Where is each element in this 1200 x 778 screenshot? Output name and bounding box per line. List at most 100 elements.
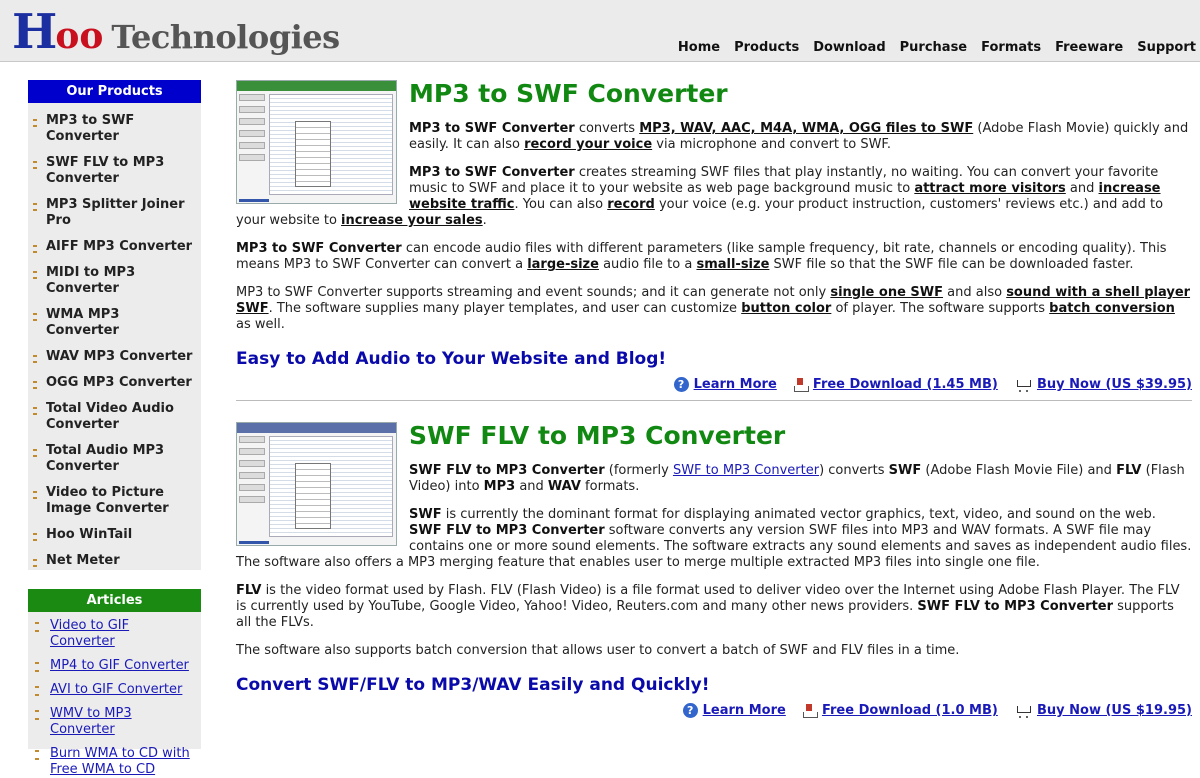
sidebar-item-total-video-audio[interactable]: Total Video Audio Converter	[28, 401, 201, 433]
article-item: Burn WMA to CD with Free WMA to CD	[28, 746, 201, 778]
text: . The software supplies many player temp…	[268, 301, 742, 316]
section-divider	[236, 400, 1192, 401]
screenshot-button-column	[239, 436, 265, 539]
article-item: MP4 to GIF Converter	[28, 658, 201, 674]
sidebar-item-swf-flv-to-mp3[interactable]: SWF FLV to MP3 Converter	[28, 155, 201, 187]
highlight-formats: MP3, WAV, AAC, M4A, WMA, OGG files to SW…	[639, 121, 974, 136]
bold-term: WAV	[547, 479, 581, 494]
nav-purchase[interactable]: Purchase	[900, 40, 967, 55]
text: MP3 to SWF Converter supports streaming …	[236, 285, 831, 300]
sidebar-item-ogg-mp3[interactable]: OGG MP3 Converter	[28, 375, 201, 391]
action-links: ? Learn More Free Download (1.45 MB) Buy …	[236, 377, 1192, 401]
cart-icon	[1014, 378, 1032, 392]
article-link-avi-to-gif[interactable]: AVI to GIF Converter	[50, 682, 182, 697]
screenshot-button-column	[239, 94, 265, 197]
screenshot-file-grid	[269, 94, 393, 195]
article-link-burn-wma-to-cd[interactable]: Burn WMA to CD with Free WMA to CD	[50, 746, 190, 777]
sidebar-item-hoo-wintail[interactable]: Hoo WinTail	[28, 527, 201, 543]
sidebar-item-video-to-picture[interactable]: Video to Picture Image Converter	[28, 485, 201, 517]
help-icon: ?	[673, 377, 689, 392]
logo-oo: oo	[55, 15, 104, 57]
learn-more-link[interactable]: Learn More	[703, 703, 786, 718]
article-link-mp4-to-gif[interactable]: MP4 to GIF Converter	[50, 658, 189, 673]
screenshot-footer	[239, 541, 269, 544]
article-link-video-to-gif[interactable]: Video to GIF Converter	[50, 618, 129, 649]
product-name: MP3 to SWF Converter	[236, 241, 402, 256]
highlight: button color	[741, 301, 832, 316]
products-list: MP3 to SWF Converter SWF FLV to MP3 Conv…	[28, 103, 201, 569]
bold-term: FLV	[236, 583, 262, 598]
product-section-swf-flv-to-mp3: SWF FLV to MP3 Converter SWF FLV to MP3 …	[236, 422, 1192, 727]
text: (formerly	[604, 463, 673, 478]
screenshot-titlebar	[237, 423, 396, 433]
nav-support[interactable]: Support	[1137, 40, 1196, 55]
highlight: batch conversion	[1049, 301, 1175, 316]
article-item: Video to GIF Converter	[28, 618, 201, 650]
sidebar-item-net-meter[interactable]: Net Meter	[28, 553, 201, 569]
nav-home[interactable]: Home	[678, 40, 720, 55]
product-name: SWF FLV to MP3 Converter	[409, 523, 605, 538]
sidebar-products: Our Products MP3 to SWF Converter SWF FL…	[28, 80, 201, 570]
section-paragraph: MP3 to SWF Converter can encode audio fi…	[236, 241, 1192, 273]
nav-freeware[interactable]: Freeware	[1055, 40, 1123, 55]
product-name: MP3 to SWF Converter	[409, 165, 575, 180]
text: and	[515, 479, 548, 494]
products-heading: Our Products	[28, 80, 201, 103]
articles-heading: Articles	[28, 589, 201, 612]
screenshot-file-grid	[269, 436, 393, 537]
text: via microphone and convert to SWF.	[652, 137, 891, 152]
section-paragraph: FLV is the video format used by Flash. F…	[236, 583, 1192, 631]
nav-products[interactable]: Products	[734, 40, 799, 55]
text: . You can also	[514, 197, 608, 212]
top-nav: Home Products Download Purchase Formats …	[678, 40, 1200, 55]
cart-icon	[1014, 704, 1032, 718]
product-name: SWF FLV to MP3 Converter	[917, 599, 1114, 614]
sidebar-item-total-audio-mp3[interactable]: Total Audio MP3 Converter	[28, 443, 201, 475]
sidebar-item-wma-mp3[interactable]: WMA MP3 Converter	[28, 307, 201, 339]
screenshot-context-menu	[295, 463, 331, 529]
sidebar-item-aiff-mp3[interactable]: AIFF MP3 Converter	[28, 239, 201, 255]
product-name: SWF FLV to MP3 Converter	[409, 463, 605, 478]
sidebar-item-mp3-to-swf[interactable]: MP3 to SWF Converter	[28, 113, 201, 145]
swf-to-mp3-link[interactable]: SWF to MP3 Converter	[673, 463, 819, 478]
bold-term: SWF	[409, 507, 442, 522]
text: of player. The software supports	[831, 301, 1050, 316]
product-section-mp3-to-swf: MP3 to SWF Converter MP3 to SWF Converte…	[236, 80, 1192, 401]
site-header: Hoo Technologies Home Products Download P…	[0, 0, 1200, 62]
logo-h: H	[12, 4, 57, 60]
learn-more-link[interactable]: Learn More	[694, 377, 777, 392]
bold-term: MP3	[483, 479, 516, 494]
highlight-record-voice: record your voice	[524, 137, 653, 152]
text: as well.	[236, 317, 285, 332]
free-download-link[interactable]: Free Download (1.0 MB)	[822, 703, 998, 718]
buy-now-link[interactable]: Buy Now (US $39.95)	[1037, 377, 1192, 392]
text: converts	[574, 121, 640, 136]
download-icon	[802, 703, 818, 718]
screenshot-context-menu	[295, 121, 331, 187]
free-download-link[interactable]: Free Download (1.45 MB)	[813, 377, 998, 392]
sidebar-item-wav-mp3[interactable]: WAV MP3 Converter	[28, 349, 201, 365]
download-icon	[793, 377, 809, 392]
highlight: large-size	[527, 257, 599, 272]
sidebar-item-mp3-splitter-joiner[interactable]: MP3 Splitter Joiner Pro	[28, 197, 201, 229]
nav-formats[interactable]: Formats	[981, 40, 1041, 55]
sidebar-item-midi-to-mp3[interactable]: MIDI to MP3 Converter	[28, 265, 201, 297]
text: formats.	[580, 479, 640, 494]
screenshot-footer	[239, 199, 269, 202]
nav-download[interactable]: Download	[813, 40, 885, 55]
bold-term: SWF	[888, 463, 922, 478]
articles-list: Video to GIF Converter MP4 to GIF Conver…	[28, 612, 201, 778]
highlight: record	[607, 197, 655, 212]
swf-flv-to-mp3-screenshot[interactable]	[236, 422, 397, 546]
highlight: increase your sales	[341, 213, 483, 228]
buy-now-link[interactable]: Buy Now (US $19.95)	[1037, 703, 1192, 718]
article-link-wmv-to-mp3[interactable]: WMV to MP3 Converter	[50, 706, 132, 737]
article-item: WMV to MP3 Converter	[28, 706, 201, 738]
text: SWF file so that the SWF file can be dow…	[769, 257, 1134, 272]
text: (Adobe Flash Movie File) and	[921, 463, 1117, 478]
highlight: attract more visitors	[914, 181, 1066, 196]
site-logo[interactable]: Hoo Technologies	[12, 4, 340, 60]
mp3-to-swf-screenshot[interactable]	[236, 80, 397, 204]
section-tagline: Convert SWF/FLV to MP3/WAV Easily and Qu…	[236, 675, 710, 695]
sidebar-articles: Articles Video to GIF Converter MP4 to G…	[28, 589, 201, 777]
